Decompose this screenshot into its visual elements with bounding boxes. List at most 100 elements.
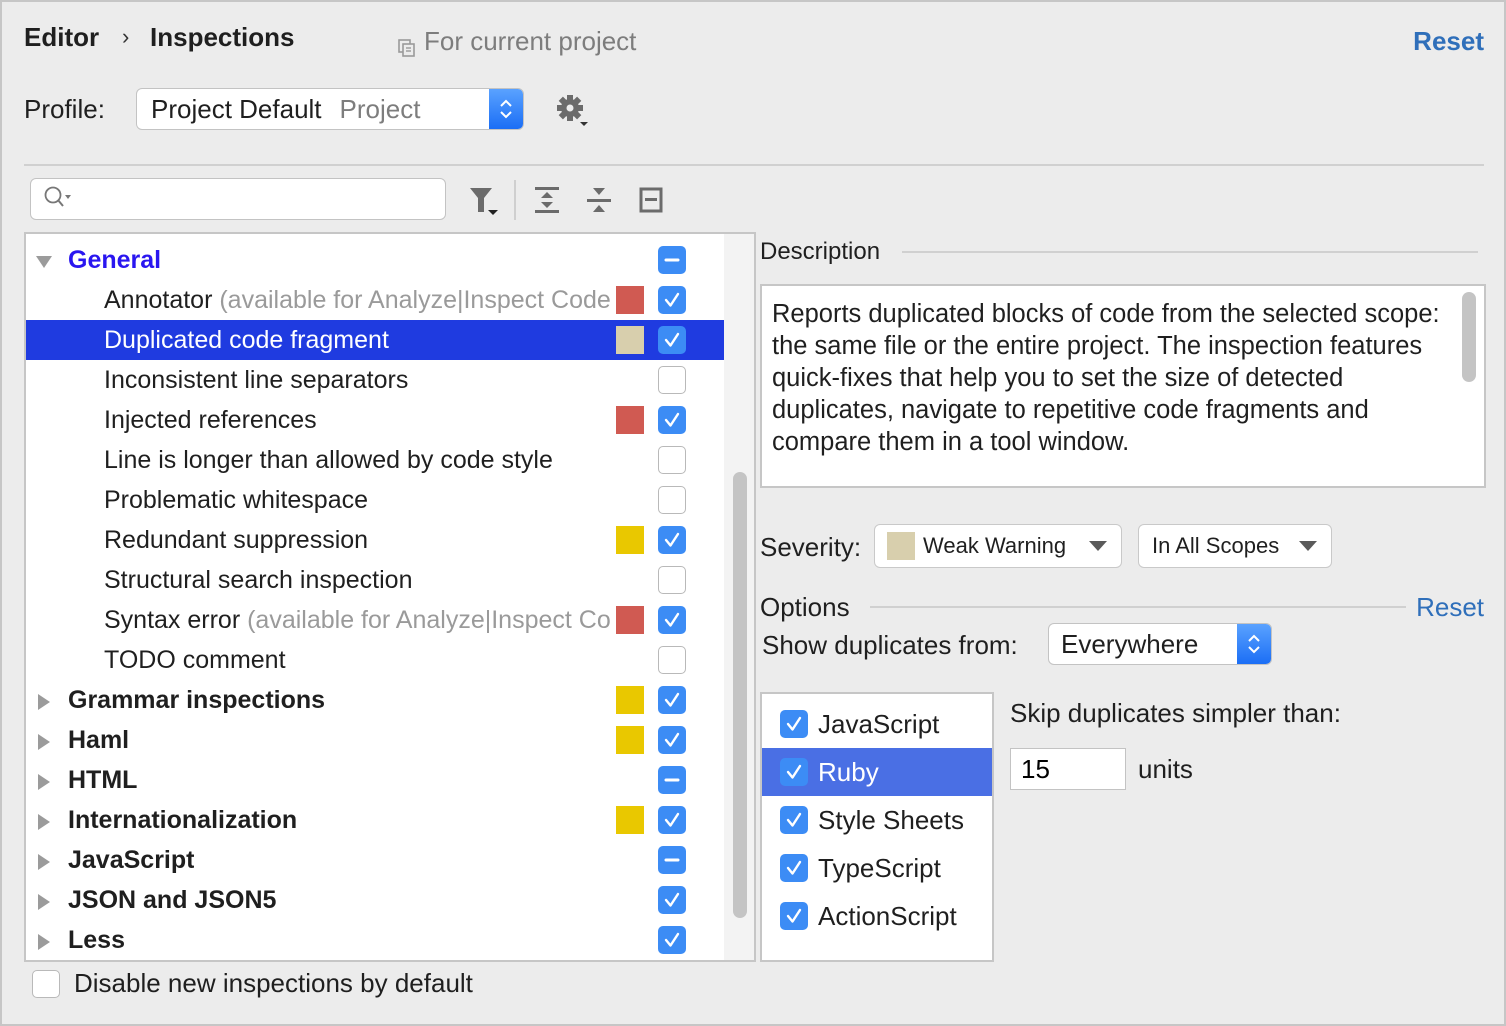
units-label: units [1138, 754, 1193, 784]
tree-row-label: Grammar inspections [68, 686, 325, 715]
language-item[interactable]: JavaScript [762, 700, 992, 748]
enabled-checkbox[interactable] [658, 846, 686, 874]
tree-group-row[interactable]: Haml [26, 720, 726, 760]
tree-group-row[interactable]: JSON and JSON5 [26, 880, 726, 920]
scope-note-text: For current project [424, 26, 637, 56]
collapsed-arrow-icon[interactable] [34, 890, 54, 910]
enabled-checkbox[interactable] [658, 406, 686, 434]
skip-duplicates-input[interactable] [1010, 748, 1126, 790]
tree-row[interactable]: TODO comment [26, 640, 726, 680]
profile-value: Project Default [151, 93, 322, 124]
profile-select[interactable]: Project Default Project [136, 88, 524, 130]
gear-icon[interactable] [554, 92, 590, 128]
tree-row[interactable]: Duplicated code fragment [26, 320, 726, 360]
tree-scrollbar[interactable] [724, 234, 754, 960]
language-checkbox[interactable] [780, 902, 808, 930]
collapsed-arrow-icon[interactable] [34, 770, 54, 790]
tree-group-row[interactable]: HTML [26, 760, 726, 800]
tree-row-label: Line is longer than allowed by code styl… [104, 446, 553, 475]
language-item[interactable]: ActionScript [762, 892, 992, 940]
enabled-checkbox[interactable] [658, 446, 686, 474]
language-checkbox[interactable] [780, 758, 808, 786]
tree-row-label: Injected references [104, 406, 317, 435]
language-checkbox[interactable] [780, 854, 808, 882]
tree-group-row[interactable]: Less [26, 920, 726, 960]
inspection-name: JavaScript [68, 845, 195, 874]
languages-list[interactable]: JavaScript Ruby Style Sheets TypeScript Acti… [760, 692, 994, 962]
collapsed-arrow-icon[interactable] [34, 810, 54, 830]
enabled-checkbox[interactable] [658, 566, 686, 594]
collapse-all-icon[interactable] [582, 182, 616, 218]
tree-row[interactable]: Structural search inspection [26, 560, 726, 600]
tree-row-label: General [68, 246, 161, 275]
description-box: Reports duplicated blocks of code from t… [760, 284, 1486, 488]
tree-row-label: TODO comment [104, 646, 286, 675]
enabled-checkbox[interactable] [658, 806, 686, 834]
severity-swatch [616, 806, 644, 834]
tree-row-label: Less [68, 926, 125, 955]
enabled-checkbox[interactable] [658, 366, 686, 394]
expanded-arrow-icon[interactable] [34, 250, 54, 270]
filter-icon[interactable] [466, 182, 500, 218]
enabled-checkbox[interactable] [658, 766, 686, 794]
tree-scrollbar-thumb[interactable] [733, 472, 747, 918]
enabled-checkbox[interactable] [658, 646, 686, 674]
chevron-down-icon [1299, 541, 1317, 551]
inspections-tree[interactable]: General Annotator (available for Analyze|… [24, 232, 756, 962]
inspection-name: Injected references [104, 405, 317, 434]
search-input[interactable] [81, 186, 445, 212]
tree-group-row[interactable]: Grammar inspections [26, 680, 726, 720]
updown-icon [489, 89, 523, 129]
options-reset-link[interactable]: Reset [1416, 592, 1484, 623]
enabled-checkbox[interactable] [658, 926, 686, 954]
inspection-name: Internationalization [68, 805, 298, 834]
language-item[interactable]: TypeScript [762, 844, 992, 892]
tree-row-label: JavaScript [68, 846, 194, 875]
enabled-checkbox[interactable] [658, 246, 686, 274]
tree-group-row[interactable]: JavaScript [26, 840, 726, 880]
tree-group-row[interactable]: General [26, 240, 726, 280]
enabled-checkbox[interactable] [658, 326, 686, 354]
reset-link[interactable]: Reset [1413, 26, 1484, 57]
expand-all-icon[interactable] [530, 182, 564, 218]
show-duplicates-select[interactable]: Everywhere [1048, 623, 1272, 665]
inspection-hint: (available for Analyze|Inspect Code) [247, 605, 610, 634]
options-title: Options [760, 592, 850, 622]
tree-group-row[interactable]: Internationalization [26, 800, 726, 840]
collapsed-arrow-icon[interactable] [34, 930, 54, 950]
collapsed-arrow-icon[interactable] [34, 850, 54, 870]
collapsed-arrow-icon[interactable] [34, 690, 54, 710]
reset-to-empty-icon[interactable] [634, 182, 668, 218]
language-item[interactable]: Style Sheets [762, 796, 992, 844]
language-checkbox[interactable] [780, 806, 808, 834]
breadcrumb-editor[interactable]: Editor [24, 22, 99, 53]
scope-select[interactable]: In All Scopes [1138, 524, 1332, 568]
inspection-name: Inconsistent line separators [104, 365, 409, 394]
description-scrollbar[interactable] [1462, 292, 1476, 382]
tree-row[interactable]: Problematic whitespace [26, 480, 726, 520]
language-item[interactable]: Ruby [762, 748, 992, 796]
enabled-checkbox[interactable] [658, 526, 686, 554]
enabled-checkbox[interactable] [658, 286, 686, 314]
enabled-checkbox[interactable] [658, 886, 686, 914]
language-checkbox[interactable] [780, 710, 808, 738]
skip-duplicates-label: Skip duplicates simpler than: [1010, 698, 1341, 728]
severity-swatch [616, 526, 644, 554]
enabled-checkbox[interactable] [658, 686, 686, 714]
search-field[interactable] [30, 178, 446, 220]
tree-row[interactable]: Syntax error (available for Analyze|Insp… [26, 600, 726, 640]
tree-row[interactable]: Line is longer than allowed by code styl… [26, 440, 726, 480]
enabled-checkbox[interactable] [658, 606, 686, 634]
enabled-checkbox[interactable] [658, 486, 686, 514]
enabled-checkbox[interactable] [658, 726, 686, 754]
tree-row[interactable]: Redundant suppression [26, 520, 726, 560]
collapsed-arrow-icon[interactable] [34, 730, 54, 750]
tree-row[interactable]: Inconsistent line separators [26, 360, 726, 400]
severity-select[interactable]: Weak Warning [874, 524, 1122, 568]
tree-row-label: Syntax error (available for Analyze|Insp… [104, 606, 610, 635]
tree-row[interactable]: Injected references [26, 400, 726, 440]
tree-row-label: Structural search inspection [104, 566, 412, 595]
disable-new-checkbox[interactable] [32, 970, 60, 998]
tree-row[interactable]: Annotator (available for Analyze|Inspect… [26, 280, 726, 320]
toolbar-separator [514, 180, 516, 220]
